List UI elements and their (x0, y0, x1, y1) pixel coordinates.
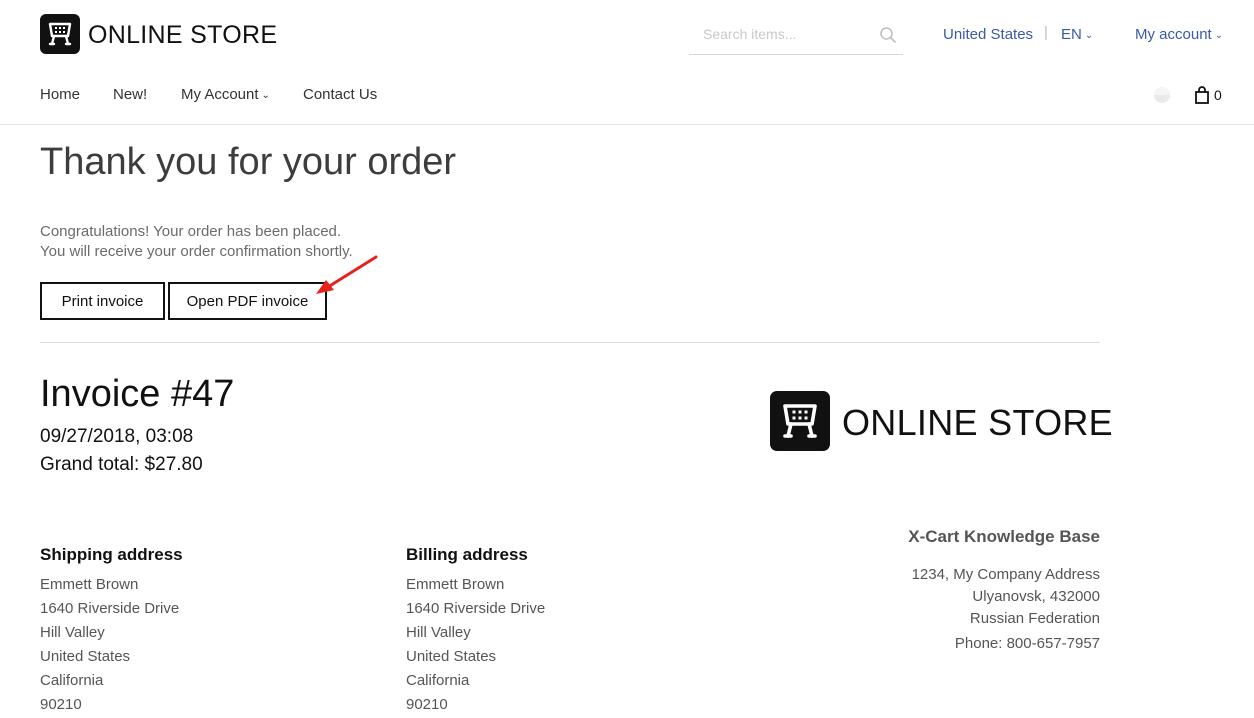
company-country: Russian Federation (969, 610, 1100, 627)
nav-my-account-label: My Account (181, 86, 259, 103)
my-account-menu[interactable]: My account ⌄ (1135, 26, 1223, 43)
print-invoice-button[interactable]: Print invoice (40, 282, 165, 320)
nav-home[interactable]: Home (40, 86, 80, 103)
store-logo-text[interactable]: ONLINE STORE (88, 19, 277, 51)
shipping-line: United States (40, 648, 131, 665)
shipping-line: Emmett Brown (40, 576, 139, 593)
nav-contact-us[interactable]: Contact Us (303, 86, 377, 103)
invoice-logo-icon (770, 391, 830, 451)
search-box[interactable] (689, 16, 903, 55)
chevron-down-icon: ⌄ (1214, 30, 1224, 41)
order-message-line1: Congratulations! Your order has been pla… (40, 223, 342, 240)
shipping-line: 1640 Riverside Drive (40, 600, 180, 617)
billing-line: California (406, 672, 470, 689)
language-label: EN (1061, 26, 1082, 43)
open-pdf-invoice-button[interactable]: Open PDF invoice (168, 282, 327, 320)
billing-address-heading: Billing address (406, 545, 528, 564)
spinner-icon (1154, 87, 1170, 103)
company-address-line1: 1234, My Company Address (911, 566, 1100, 583)
chevron-down-icon: ⌄ (261, 90, 270, 101)
nav-my-account[interactable]: My Account ⌄ (181, 86, 270, 103)
red-arrow-annotation (316, 255, 378, 294)
store-logo-icon[interactable] (40, 14, 80, 54)
search-icon[interactable] (879, 26, 897, 44)
header-separator: | (1044, 24, 1048, 41)
billing-line: United States (406, 648, 497, 665)
company-name: X-Cart Knowledge Base (908, 527, 1100, 546)
billing-line: Emmett Brown (406, 576, 505, 593)
invoice-title: Invoice #47 (40, 373, 235, 415)
page-title: Thank you for your order (40, 141, 457, 183)
search-input[interactable] (689, 16, 873, 52)
country-label: United States (943, 26, 1034, 43)
language-selector[interactable]: EN ⌄ (1061, 26, 1093, 43)
billing-line: 90210 (406, 696, 448, 713)
shipping-line: California (40, 672, 104, 689)
chevron-down-icon: ⌄ (1084, 30, 1094, 41)
billing-line: Hill Valley (406, 624, 471, 641)
grand-total: Grand total: $27.80 (40, 454, 203, 475)
cart-count[interactable]: 0 (1214, 87, 1222, 103)
shipping-line: Hill Valley (40, 624, 105, 641)
shipping-line: 90210 (40, 696, 82, 713)
content-divider (40, 342, 1100, 343)
billing-line: 1640 Riverside Drive (406, 600, 546, 617)
shopping-bag-icon[interactable] (1194, 86, 1210, 104)
invoice-date: 09/27/2018, 03:08 (40, 426, 194, 447)
company-address-line2: Ulyanovsk, 432000 (972, 588, 1100, 605)
country-selector[interactable]: United States (943, 26, 1033, 43)
account-label: My account (1135, 26, 1212, 43)
shipping-address-heading: Shipping address (40, 545, 183, 564)
header-divider (0, 124, 1254, 125)
company-phone: Phone: 800-657-7957 (954, 635, 1100, 652)
order-message-line2: You will receive your order confirmation… (40, 243, 353, 260)
nav-new[interactable]: New! (113, 86, 147, 103)
invoice-logo-text: ONLINE STORE (842, 402, 1113, 443)
